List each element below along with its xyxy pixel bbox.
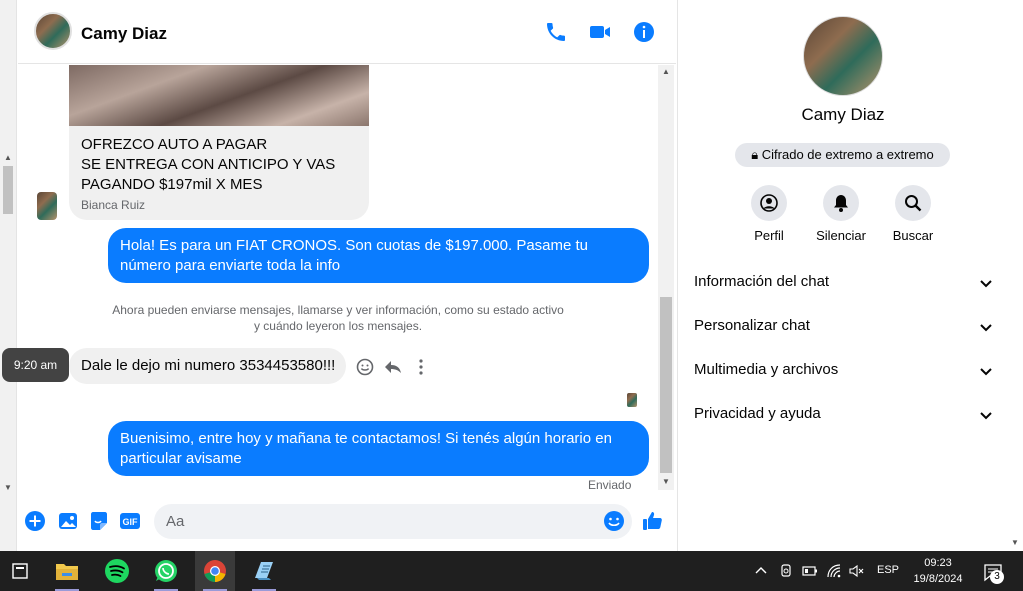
outgoing-message[interactable]: Hola! Es para un FIAT CRONOS. Son cuotas… xyxy=(108,228,649,283)
scroll-up-arrow-icon[interactable]: ▲ xyxy=(4,154,12,162)
outer-scrollbar[interactable]: ▲ ▼ xyxy=(0,0,17,551)
notepad-icon[interactable] xyxy=(244,551,284,591)
post-text-line: SE ENTREGA CON ANTICIPO Y VAS xyxy=(81,156,336,173)
chevron-down-icon xyxy=(980,324,992,332)
message-status: Enviado xyxy=(588,478,632,492)
chevron-up-icon[interactable] xyxy=(753,563,769,579)
page-scrollbar[interactable]: ▼ xyxy=(1007,0,1023,551)
section-label: Privacidad y ayuda xyxy=(694,405,821,422)
emoji-icon[interactable] xyxy=(603,510,625,532)
message-input[interactable] xyxy=(154,504,632,539)
phone-icon[interactable] xyxy=(544,20,568,44)
clock-date: 19/8/2024 xyxy=(913,573,963,585)
contact-avatar[interactable] xyxy=(34,12,72,50)
lock-icon: 🔒︎ xyxy=(751,147,759,162)
post-text-line: OFREZCO AUTO A PAGAR xyxy=(81,136,268,153)
mute-label: Silenciar xyxy=(816,228,866,243)
outgoing-message[interactable]: Buenisimo, entre hoy y mañana te contact… xyxy=(108,421,649,476)
post-author: Bianca Ruiz xyxy=(81,198,146,212)
encryption-badge[interactable]: 🔒︎ Cifrado de extremo a extremo xyxy=(735,143,950,167)
info-icon[interactable] xyxy=(632,20,656,44)
seen-receipt-avatar xyxy=(627,393,637,407)
scrollbar-thumb[interactable] xyxy=(3,166,13,214)
incoming-message[interactable]: Dale le dejo mi numero 3534453580!!! xyxy=(69,348,346,384)
volume-muted-icon[interactable] xyxy=(849,563,865,579)
profile-icon xyxy=(751,185,787,221)
profile-avatar[interactable] xyxy=(803,16,883,96)
gif-icon[interactable]: GIF xyxy=(119,510,141,532)
chat-header: Camy Diaz xyxy=(18,0,676,64)
sticker-icon[interactable] xyxy=(88,510,110,532)
post-text-line: PAGANDO $197mil X MES xyxy=(81,176,263,193)
message-list[interactable]: OFREZCO AUTO A PAGAR SE ENTREGA CON ANTI… xyxy=(18,65,658,497)
whatsapp-icon[interactable] xyxy=(146,551,186,591)
spotify-icon[interactable] xyxy=(97,551,137,591)
timestamp-tooltip: 9:20 am xyxy=(2,348,69,382)
chevron-down-icon xyxy=(980,368,992,376)
section-label: Multimedia y archivos xyxy=(694,361,839,378)
more-options-icon[interactable] xyxy=(411,357,431,377)
search-label: Buscar xyxy=(892,228,934,243)
search-icon xyxy=(895,185,931,221)
task-view-icon[interactable] xyxy=(0,551,40,591)
system-notice: Ahora pueden enviarse mensajes, llamarse… xyxy=(112,303,564,333)
section-label: Personalizar chat xyxy=(694,317,810,334)
scroll-down-arrow-icon[interactable]: ▼ xyxy=(4,484,12,492)
section-chat-info[interactable]: Información del chat xyxy=(694,273,994,297)
video-call-icon[interactable] xyxy=(588,20,612,44)
scroll-down-arrow-icon[interactable]: ▼ xyxy=(662,477,670,486)
mute-button[interactable]: Silenciar xyxy=(806,185,876,243)
messages-scrollbar[interactable]: ▲ ▼ xyxy=(658,65,674,490)
image-icon[interactable] xyxy=(57,510,79,532)
profile-label: Perfil xyxy=(754,228,784,243)
language-indicator[interactable]: ESP xyxy=(877,564,899,576)
clock-time: 09:23 xyxy=(924,557,952,569)
sender-avatar[interactable] xyxy=(37,192,57,220)
chat-info-panel: Camy Diaz 🔒︎ Cifrado de extremo a extrem… xyxy=(677,0,1007,551)
shared-post-image[interactable] xyxy=(69,65,369,126)
plus-icon[interactable] xyxy=(24,510,46,532)
bell-icon xyxy=(823,185,859,221)
scroll-up-arrow-icon[interactable]: ▲ xyxy=(662,67,670,76)
scrollbar-thumb[interactable] xyxy=(660,297,672,473)
react-emoji-icon[interactable] xyxy=(355,357,375,377)
chrome-icon[interactable] xyxy=(195,551,235,591)
gif-label: GIF xyxy=(123,517,139,527)
meet-now-icon[interactable] xyxy=(778,563,794,579)
chevron-down-icon xyxy=(980,280,992,288)
battery-icon[interactable] xyxy=(802,563,818,579)
section-customize-chat[interactable]: Personalizar chat xyxy=(694,317,994,341)
section-label: Información del chat xyxy=(694,273,830,290)
encryption-label: Cifrado de extremo a extremo xyxy=(761,147,934,162)
shared-post-card[interactable]: OFREZCO AUTO A PAGAR SE ENTREGA CON ANTI… xyxy=(69,126,369,220)
contact-name[interactable]: Camy Diaz xyxy=(81,24,167,44)
section-privacy-help[interactable]: Privacidad y ayuda xyxy=(694,405,994,429)
clock[interactable]: 09:23 19/8/2024 xyxy=(905,555,971,587)
file-explorer-icon[interactable] xyxy=(47,551,87,591)
composer: GIF xyxy=(18,498,676,551)
section-media-files[interactable]: Multimedia y archivos xyxy=(694,361,994,385)
wifi-icon[interactable] xyxy=(826,563,842,579)
reply-icon[interactable] xyxy=(383,357,403,377)
profile-name: Camy Diaz xyxy=(801,105,885,124)
like-icon[interactable] xyxy=(642,510,664,532)
notification-badge: 3 xyxy=(990,570,1004,584)
chevron-down-icon xyxy=(980,412,992,420)
profile-button[interactable]: Perfil xyxy=(734,185,804,243)
scroll-down-arrow-icon[interactable]: ▼ xyxy=(1011,538,1019,547)
search-button[interactable]: Buscar xyxy=(878,185,948,243)
taskbar: ESP 09:23 19/8/2024 3 xyxy=(0,551,1023,591)
